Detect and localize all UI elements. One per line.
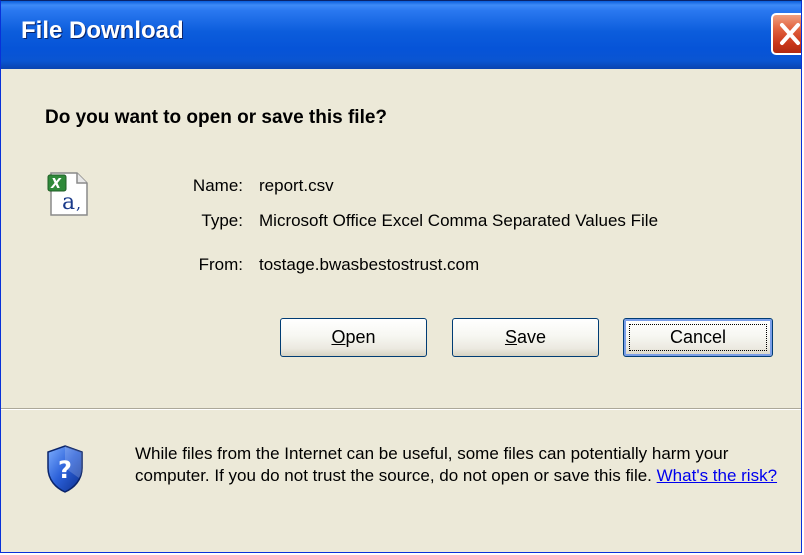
warning-text: While files from the Internet can be use… xyxy=(135,444,729,485)
save-label: ave xyxy=(516,327,547,347)
file-download-dialog: File Download Do you want to open or sav… xyxy=(0,0,802,553)
shield-question-icon: ? xyxy=(45,444,85,499)
warning-section: ? While files from the Internet can be u… xyxy=(1,410,801,552)
save-mnemonic: S xyxy=(504,327,517,347)
file-name-label: Name: xyxy=(192,176,243,195)
warning-message: While files from the Internet can be use… xyxy=(135,443,785,487)
whats-the-risk-link[interactable]: What's the risk? xyxy=(657,466,777,485)
file-from-value: tostage.bwasbestostrust.com xyxy=(259,255,480,274)
window-title: File Download xyxy=(21,17,184,44)
open-button[interactable]: Open xyxy=(280,318,427,357)
file-type-value: Microsoft Office Excel Comma Separated V… xyxy=(259,211,659,230)
close-icon xyxy=(780,23,800,45)
save-button[interactable]: Save xyxy=(452,318,599,357)
open-label: pen xyxy=(345,327,376,347)
file-name-value: report.csv xyxy=(259,176,334,195)
close-button[interactable] xyxy=(771,13,801,55)
dialog-content: Do you want to open or save this file? X… xyxy=(1,69,801,408)
svg-text:?: ? xyxy=(58,456,72,484)
focus-rectangle xyxy=(629,324,767,351)
open-mnemonic: O xyxy=(331,327,346,347)
cancel-button[interactable]: Cancel xyxy=(623,318,773,357)
file-from-label: From: xyxy=(198,255,243,274)
file-type-label: Type: xyxy=(201,211,243,230)
dialog-question: Do you want to open or save this file? xyxy=(45,107,388,128)
title-bar[interactable]: File Download xyxy=(1,1,801,69)
